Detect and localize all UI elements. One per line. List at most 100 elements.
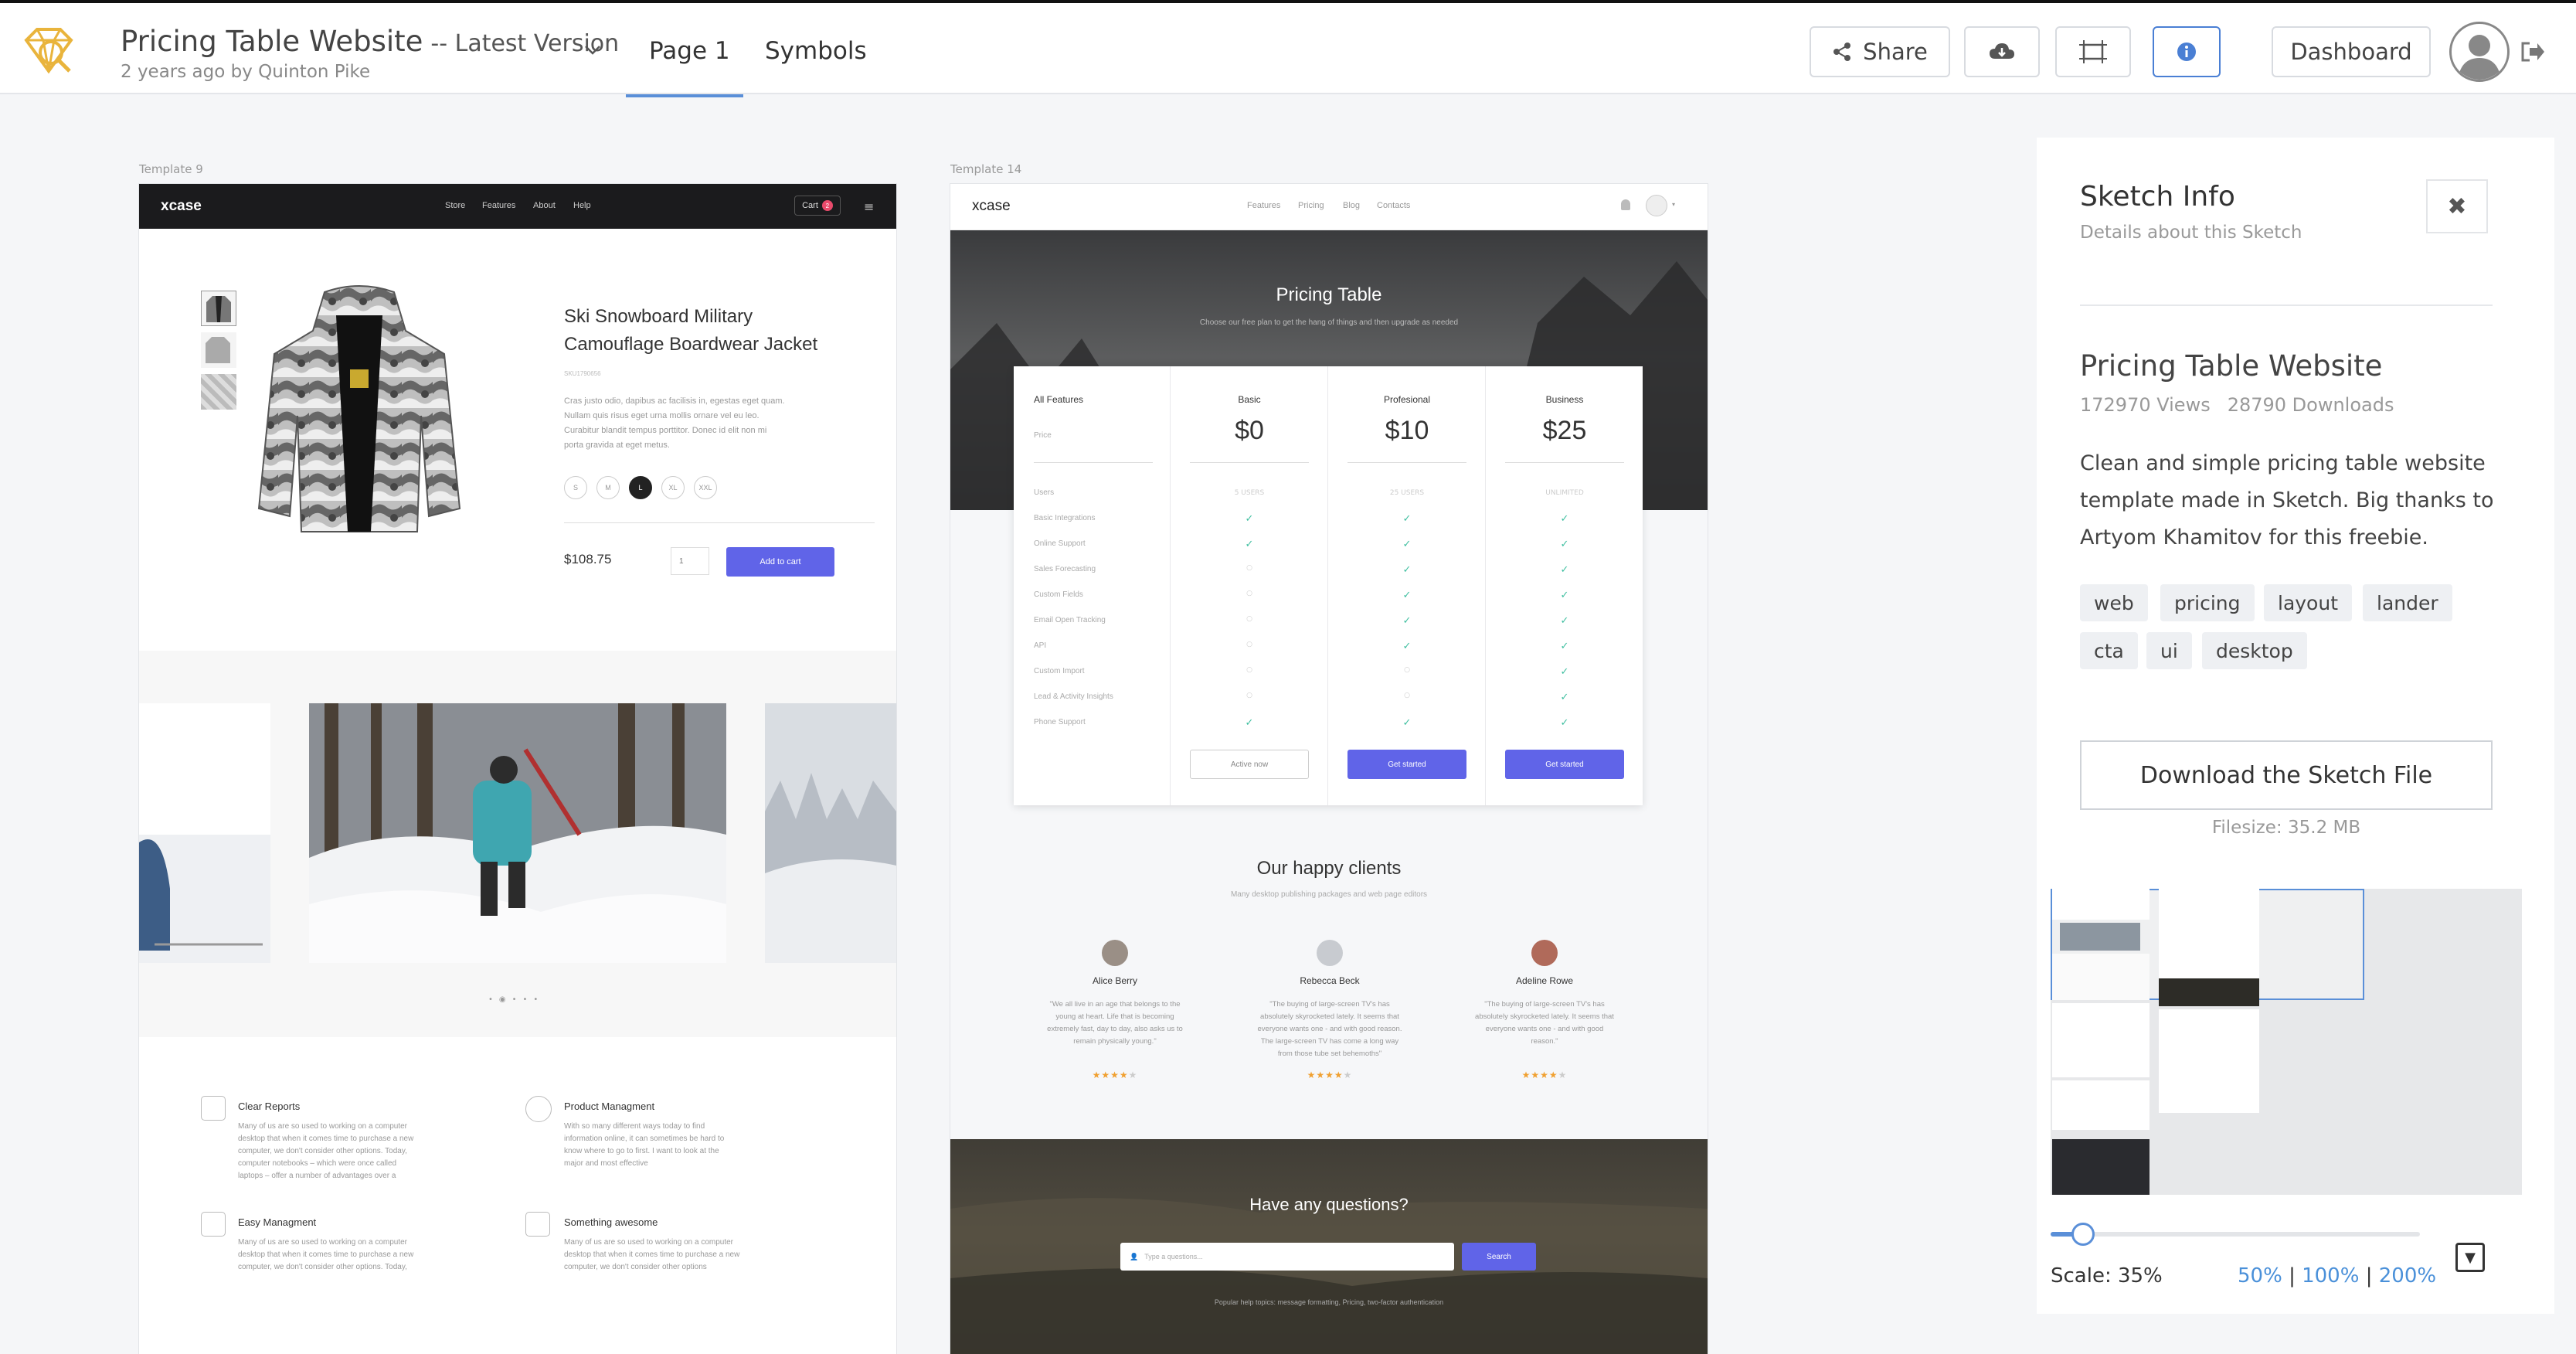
minimap-thumb [2052,1003,2149,1077]
nav-link-help[interactable]: Help [573,201,591,210]
report-icon [201,1096,226,1121]
menu-icon[interactable]: ≡ [864,199,874,214]
nav-link-about[interactable]: About [533,201,556,210]
sketch-title: Pricing Table Website [2080,349,2383,383]
cloud-download-button[interactable] [1964,26,2040,77]
product-title: Ski Snowboard Military Camouflage Boardwe… [564,306,818,355]
empty-circle-icon: ○ [1404,666,1410,674]
nav-link-contacts[interactable]: Contacts [1377,201,1410,210]
nav-link-features[interactable]: Features [482,201,515,210]
zoom-200-link[interactable]: 200% [2379,1264,2436,1288]
template14-navbar: xcase Features Pricing Blog Contacts ▾ [950,184,1708,230]
empty-circle-icon: ○ [1404,692,1410,699]
template-14-artboard[interactable]: xcase Features Pricing Blog Contacts ▾ P… [950,184,1708,1354]
get-started-pro-button[interactable]: Get started [1347,750,1466,779]
artboards-button[interactable] [2055,26,2131,77]
share-label: Share [1863,39,1928,65]
check-icon: ✓ [1402,590,1412,601]
panel-subtitle: Details about this Sketch [2080,223,2302,243]
tag-cta[interactable]: cta [2080,632,2138,669]
gallery-image-left[interactable] [139,703,270,963]
avatar[interactable] [2449,22,2510,82]
rating-stars: ★★★★★ [1092,1070,1138,1080]
check-icon: ✓ [1560,615,1569,627]
nav-link-features[interactable]: Features [1247,201,1280,210]
zoom-50-link[interactable]: 50% [2238,1264,2282,1288]
template-9-artboard[interactable]: xcase Store Features About Help Cart 2 ≡ … [139,184,896,1354]
size-option[interactable]: XL [661,476,685,499]
share-button[interactable]: Share [1810,26,1950,77]
empty-circle-icon: ○ [1246,666,1252,674]
tag-web[interactable]: web [2080,584,2148,621]
gallery-image-right[interactable] [765,703,896,963]
pricing-hero-subtitle: Choose our free plan to get the hang of … [1199,318,1459,327]
top-bar: Pricing Table Website -- Latest Version 2… [0,0,2576,97]
search-doc-icon [525,1212,550,1237]
chevron-down-icon[interactable]: ▾ [1672,201,1675,208]
sketch-logo-icon[interactable] [20,23,77,77]
jacket-back-thumb-icon [206,337,230,363]
close-panel-button[interactable]: ✖ [2426,179,2488,233]
question-search-input[interactable]: 👤 Type a questions... [1120,1243,1454,1271]
empty-circle-icon: ○ [1246,564,1252,572]
feature-description: Many of us are so used to working on a c… [238,1238,414,1271]
nav-link-pricing[interactable]: Pricing [1298,201,1324,210]
get-started-business-button[interactable]: Get started [1505,750,1624,779]
carousel-dots[interactable]: •◉••• [488,995,544,1004]
plan-users-business: UNLIMITED [1545,489,1584,497]
zoom-presets: 50% | 100% | 200% [2238,1264,2436,1288]
cart-label: Cart [802,201,818,210]
minimap-thumb [2060,923,2140,951]
active-now-button[interactable]: Active now [1190,750,1309,779]
minimap[interactable] [2051,889,2522,1195]
tag-lander[interactable]: lander [2363,584,2452,621]
column-divider [1170,366,1171,805]
client-name: Adeline Rowe [1515,975,1574,986]
popular-topics-text: Popular help topics: message formatting,… [1214,1298,1444,1306]
minimap-thumb [2052,1139,2149,1195]
avatar[interactable] [1646,195,1667,216]
tag-desktop[interactable]: desktop [2202,632,2307,669]
tag-layout[interactable]: layout [2264,584,2353,621]
tag-pricing[interactable]: pricing [2160,584,2255,621]
cart-button[interactable]: Cart 2 [794,196,841,216]
zoom-100-link[interactable]: 100% [2302,1264,2359,1288]
bell-icon[interactable] [1621,199,1630,210]
product-thumbnail[interactable] [201,374,236,410]
scale-slider-track[interactable] [2051,1223,2420,1246]
caret-down-icon: ▼ [2465,1249,2476,1266]
dashboard-button[interactable]: Dashboard [2272,26,2431,77]
tab-page-1[interactable]: Page 1 [649,37,730,65]
size-option-selected[interactable]: L [629,476,652,499]
download-sketch-button[interactable]: Download the Sketch File [2080,740,2493,810]
product-thumbnail[interactable] [201,291,236,326]
size-option[interactable]: XXL [694,476,717,499]
nav-link-blog[interactable]: Blog [1343,201,1360,210]
check-icon: ✓ [1560,513,1569,525]
nav-link-store[interactable]: Store [445,201,465,210]
scale-slider-handle[interactable] [2071,1223,2095,1246]
gallery-image-main[interactable] [309,703,726,963]
panel-title: Sketch Info [2080,181,2235,213]
add-to-cart-button[interactable]: Add to cart [726,547,834,577]
product-thumbnail[interactable] [201,332,236,368]
size-option[interactable]: M [596,476,620,499]
chevron-down-icon[interactable] [583,40,603,60]
tag-ui[interactable]: ui [2146,632,2192,669]
minimap-toggle-button[interactable]: ▼ [2455,1243,2485,1272]
plan-price-basic: $0 [1235,416,1264,445]
question-search-button[interactable]: Search [1462,1243,1536,1271]
info-button[interactable] [2153,26,2221,77]
template9-navbar: xcase Store Features About Help Cart 2 ≡ [139,184,896,229]
share-icon [1833,43,1851,61]
minimap-thumb [2052,889,2149,920]
divider [1190,462,1309,463]
quantity-stepper[interactable]: 1 [671,547,709,575]
cart-count-badge: 2 [821,200,833,211]
feature-description: With so many different ways today to fin… [564,1122,725,1168]
tab-symbols[interactable]: Symbols [765,37,867,65]
size-option[interactable]: S [564,476,587,499]
logout-icon[interactable] [2520,40,2545,63]
sketch-stats: 172970 Views 28790 Downloads [2080,394,2394,416]
plan-name-basic: Basic [1238,394,1261,405]
